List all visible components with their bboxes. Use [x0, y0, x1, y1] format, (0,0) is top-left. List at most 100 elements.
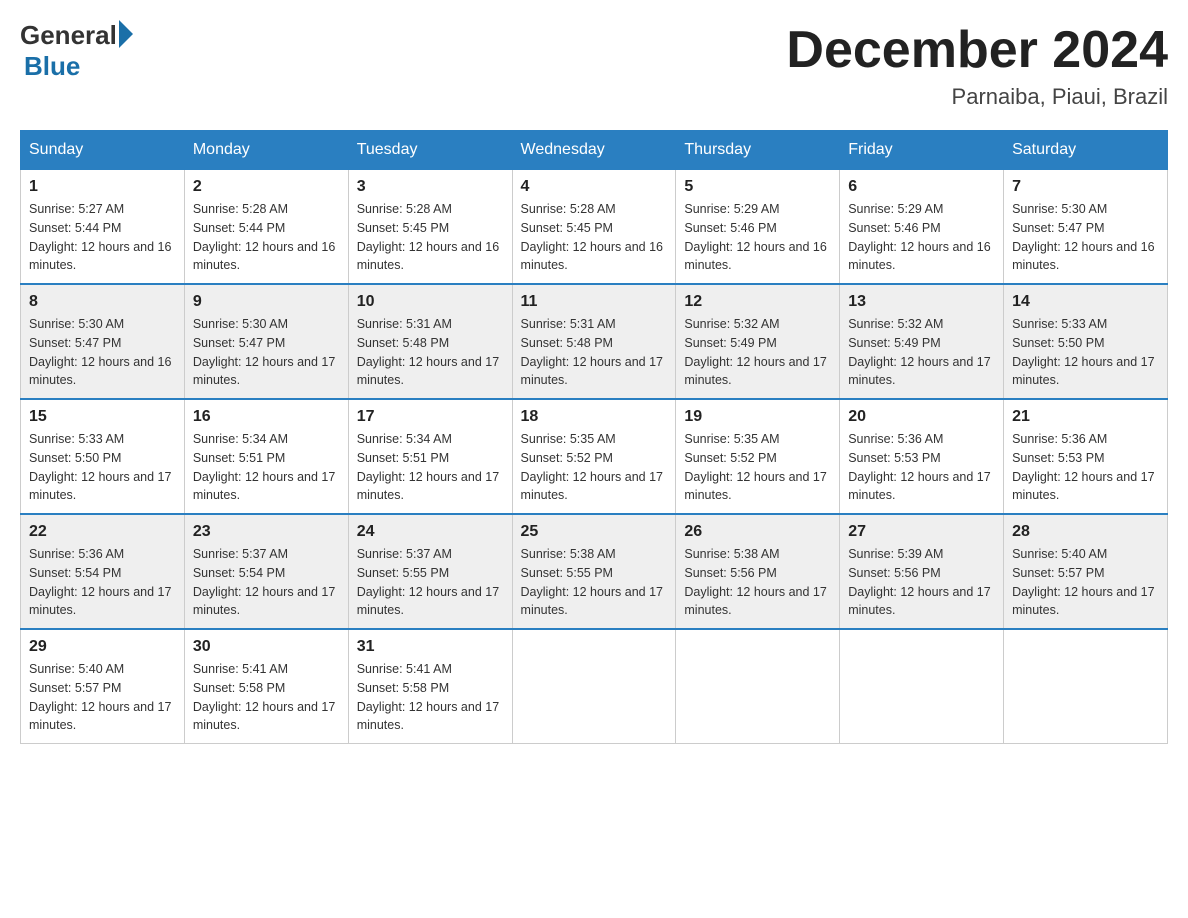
day-number: 4: [521, 178, 668, 196]
calendar-day-cell: 31 Sunrise: 5:41 AM Sunset: 5:58 PM Dayl…: [348, 629, 512, 744]
day-info: Sunrise: 5:28 AM Sunset: 5:44 PM Dayligh…: [193, 200, 340, 275]
day-info: Sunrise: 5:33 AM Sunset: 5:50 PM Dayligh…: [29, 430, 176, 505]
day-number: 16: [193, 408, 340, 426]
day-info: Sunrise: 5:30 AM Sunset: 5:47 PM Dayligh…: [29, 315, 176, 390]
title-section: December 2024 Parnaiba, Piaui, Brazil: [786, 20, 1168, 110]
day-number: 11: [521, 293, 668, 311]
day-info: Sunrise: 5:37 AM Sunset: 5:55 PM Dayligh…: [357, 545, 504, 620]
calendar-day-cell: 4 Sunrise: 5:28 AM Sunset: 5:45 PM Dayli…: [512, 170, 676, 285]
day-number: 27: [848, 523, 995, 541]
week-row-3: 15 Sunrise: 5:33 AM Sunset: 5:50 PM Dayl…: [21, 399, 1168, 514]
empty-cell: [676, 629, 840, 744]
day-info: Sunrise: 5:28 AM Sunset: 5:45 PM Dayligh…: [521, 200, 668, 275]
day-number: 20: [848, 408, 995, 426]
calendar-day-cell: 27 Sunrise: 5:39 AM Sunset: 5:56 PM Dayl…: [840, 514, 1004, 629]
day-number: 6: [848, 178, 995, 196]
day-info: Sunrise: 5:35 AM Sunset: 5:52 PM Dayligh…: [684, 430, 831, 505]
calendar-day-cell: 12 Sunrise: 5:32 AM Sunset: 5:49 PM Dayl…: [676, 284, 840, 399]
day-info: Sunrise: 5:39 AM Sunset: 5:56 PM Dayligh…: [848, 545, 995, 620]
col-wednesday: Wednesday: [512, 131, 676, 170]
day-number: 26: [684, 523, 831, 541]
calendar-day-cell: 11 Sunrise: 5:31 AM Sunset: 5:48 PM Dayl…: [512, 284, 676, 399]
day-number: 31: [357, 638, 504, 656]
calendar-day-cell: 5 Sunrise: 5:29 AM Sunset: 5:46 PM Dayli…: [676, 170, 840, 285]
day-number: 2: [193, 178, 340, 196]
calendar-table: Sunday Monday Tuesday Wednesday Thursday…: [20, 130, 1168, 744]
day-number: 30: [193, 638, 340, 656]
day-info: Sunrise: 5:33 AM Sunset: 5:50 PM Dayligh…: [1012, 315, 1159, 390]
calendar-day-cell: 22 Sunrise: 5:36 AM Sunset: 5:54 PM Dayl…: [21, 514, 185, 629]
calendar-day-cell: 29 Sunrise: 5:40 AM Sunset: 5:57 PM Dayl…: [21, 629, 185, 744]
calendar-day-cell: 2 Sunrise: 5:28 AM Sunset: 5:44 PM Dayli…: [184, 170, 348, 285]
calendar-header-row: Sunday Monday Tuesday Wednesday Thursday…: [21, 131, 1168, 170]
day-number: 15: [29, 408, 176, 426]
col-saturday: Saturday: [1004, 131, 1168, 170]
day-number: 28: [1012, 523, 1159, 541]
day-number: 8: [29, 293, 176, 311]
logo: General Blue: [20, 20, 133, 82]
day-number: 22: [29, 523, 176, 541]
day-number: 14: [1012, 293, 1159, 311]
calendar-day-cell: 16 Sunrise: 5:34 AM Sunset: 5:51 PM Dayl…: [184, 399, 348, 514]
day-info: Sunrise: 5:35 AM Sunset: 5:52 PM Dayligh…: [521, 430, 668, 505]
day-info: Sunrise: 5:38 AM Sunset: 5:55 PM Dayligh…: [521, 545, 668, 620]
calendar-day-cell: 24 Sunrise: 5:37 AM Sunset: 5:55 PM Dayl…: [348, 514, 512, 629]
calendar-day-cell: 25 Sunrise: 5:38 AM Sunset: 5:55 PM Dayl…: [512, 514, 676, 629]
col-thursday: Thursday: [676, 131, 840, 170]
page-header: General Blue December 2024 Parnaiba, Pia…: [20, 20, 1168, 110]
day-info: Sunrise: 5:30 AM Sunset: 5:47 PM Dayligh…: [1012, 200, 1159, 275]
calendar-day-cell: 15 Sunrise: 5:33 AM Sunset: 5:50 PM Dayl…: [21, 399, 185, 514]
day-number: 18: [521, 408, 668, 426]
day-info: Sunrise: 5:30 AM Sunset: 5:47 PM Dayligh…: [193, 315, 340, 390]
day-number: 12: [684, 293, 831, 311]
calendar-day-cell: 26 Sunrise: 5:38 AM Sunset: 5:56 PM Dayl…: [676, 514, 840, 629]
calendar-day-cell: 6 Sunrise: 5:29 AM Sunset: 5:46 PM Dayli…: [840, 170, 1004, 285]
col-friday: Friday: [840, 131, 1004, 170]
logo-blue-text: Blue: [24, 51, 80, 82]
day-info: Sunrise: 5:32 AM Sunset: 5:49 PM Dayligh…: [848, 315, 995, 390]
calendar-day-cell: 10 Sunrise: 5:31 AM Sunset: 5:48 PM Dayl…: [348, 284, 512, 399]
day-number: 23: [193, 523, 340, 541]
week-row-1: 1 Sunrise: 5:27 AM Sunset: 5:44 PM Dayli…: [21, 170, 1168, 285]
empty-cell: [1004, 629, 1168, 744]
day-number: 21: [1012, 408, 1159, 426]
month-title: December 2024: [786, 20, 1168, 80]
col-sunday: Sunday: [21, 131, 185, 170]
day-number: 5: [684, 178, 831, 196]
location-label: Parnaiba, Piaui, Brazil: [786, 84, 1168, 110]
day-info: Sunrise: 5:31 AM Sunset: 5:48 PM Dayligh…: [521, 315, 668, 390]
calendar-day-cell: 17 Sunrise: 5:34 AM Sunset: 5:51 PM Dayl…: [348, 399, 512, 514]
week-row-4: 22 Sunrise: 5:36 AM Sunset: 5:54 PM Dayl…: [21, 514, 1168, 629]
logo-arrow-icon: [119, 20, 133, 48]
day-info: Sunrise: 5:36 AM Sunset: 5:54 PM Dayligh…: [29, 545, 176, 620]
day-info: Sunrise: 5:41 AM Sunset: 5:58 PM Dayligh…: [193, 660, 340, 735]
day-info: Sunrise: 5:40 AM Sunset: 5:57 PM Dayligh…: [29, 660, 176, 735]
calendar-day-cell: 20 Sunrise: 5:36 AM Sunset: 5:53 PM Dayl…: [840, 399, 1004, 514]
calendar-day-cell: 21 Sunrise: 5:36 AM Sunset: 5:53 PM Dayl…: [1004, 399, 1168, 514]
calendar-day-cell: 23 Sunrise: 5:37 AM Sunset: 5:54 PM Dayl…: [184, 514, 348, 629]
calendar-day-cell: 8 Sunrise: 5:30 AM Sunset: 5:47 PM Dayli…: [21, 284, 185, 399]
day-info: Sunrise: 5:29 AM Sunset: 5:46 PM Dayligh…: [848, 200, 995, 275]
day-info: Sunrise: 5:27 AM Sunset: 5:44 PM Dayligh…: [29, 200, 176, 275]
day-number: 3: [357, 178, 504, 196]
day-number: 7: [1012, 178, 1159, 196]
calendar-day-cell: 19 Sunrise: 5:35 AM Sunset: 5:52 PM Dayl…: [676, 399, 840, 514]
day-number: 19: [684, 408, 831, 426]
day-number: 29: [29, 638, 176, 656]
day-info: Sunrise: 5:28 AM Sunset: 5:45 PM Dayligh…: [357, 200, 504, 275]
calendar-day-cell: 18 Sunrise: 5:35 AM Sunset: 5:52 PM Dayl…: [512, 399, 676, 514]
day-number: 1: [29, 178, 176, 196]
day-number: 24: [357, 523, 504, 541]
calendar-day-cell: 9 Sunrise: 5:30 AM Sunset: 5:47 PM Dayli…: [184, 284, 348, 399]
week-row-2: 8 Sunrise: 5:30 AM Sunset: 5:47 PM Dayli…: [21, 284, 1168, 399]
calendar-day-cell: 28 Sunrise: 5:40 AM Sunset: 5:57 PM Dayl…: [1004, 514, 1168, 629]
calendar-day-cell: 14 Sunrise: 5:33 AM Sunset: 5:50 PM Dayl…: [1004, 284, 1168, 399]
day-info: Sunrise: 5:41 AM Sunset: 5:58 PM Dayligh…: [357, 660, 504, 735]
day-info: Sunrise: 5:36 AM Sunset: 5:53 PM Dayligh…: [1012, 430, 1159, 505]
empty-cell: [512, 629, 676, 744]
day-number: 13: [848, 293, 995, 311]
empty-cell: [840, 629, 1004, 744]
day-info: Sunrise: 5:36 AM Sunset: 5:53 PM Dayligh…: [848, 430, 995, 505]
day-info: Sunrise: 5:29 AM Sunset: 5:46 PM Dayligh…: [684, 200, 831, 275]
calendar-day-cell: 1 Sunrise: 5:27 AM Sunset: 5:44 PM Dayli…: [21, 170, 185, 285]
